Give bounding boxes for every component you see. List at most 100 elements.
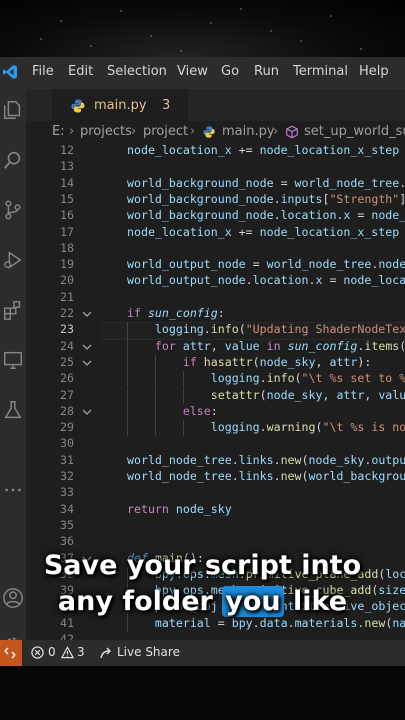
extensions-icon[interactable] [2, 299, 24, 321]
code-text: if hasattr(node_sky, attr): [182, 354, 372, 369]
code-text: if sun_config: [127, 306, 225, 320]
tab-main-py[interactable]: main.py 3 [52, 89, 188, 122]
line-number: 21 [60, 289, 74, 304]
menu-help[interactable]: Help [359, 64, 389, 79]
code-line[interactable]: 27 setattr(node_sky, attr, value [26, 387, 405, 404]
code-line[interactable]: 18 [26, 241, 405, 257]
breadcrumb-separator-icon: › [190, 124, 196, 139]
code-line[interactable]: 14 world_background_node = world_node_tre… [26, 176, 405, 192]
explorer-icon[interactable] [2, 99, 24, 121]
code-text: for attr, value in sun_config.items() [154, 338, 405, 353]
code-text: world_output_node = world_node_tree.node… [127, 257, 405, 272]
code-line[interactable]: 13 [26, 159, 405, 175]
code-line[interactable]: 19 world_output_node = world_node_tree.no… [26, 257, 405, 273]
sparkle-decoration [120, 10, 122, 12]
tab-problem-count: 3 [162, 98, 171, 113]
menu-terminal[interactable]: Terminal [293, 64, 348, 79]
line-number: 27 [60, 387, 74, 402]
code-line[interactable]: 12 node_location_x += node_location_x_ste… [26, 143, 405, 159]
line-number: 33 [60, 485, 74, 500]
line-number: 19 [60, 257, 74, 272]
code-line[interactable]: 30 [26, 436, 405, 452]
warning-count[interactable]: 3 [77, 645, 85, 659]
code-line[interactable]: 22 if sun_config: [26, 306, 405, 322]
code-text: return node_sky [127, 501, 232, 516]
code-line[interactable]: 20 world_output_node.location.x = node_lo… [26, 273, 405, 289]
code-line[interactable]: 15 world_background_node.inputs["Strength… [26, 192, 405, 208]
menu-view[interactable]: View [177, 64, 208, 79]
code-text: node_location_x += node_location_x_step [127, 143, 400, 157]
more-icon[interactable] [2, 479, 24, 501]
breadcrumb-drive[interactable]: E: [52, 124, 65, 139]
remote-icon [4, 647, 16, 659]
menu-selection[interactable]: Selection [107, 64, 167, 79]
code-line[interactable]: 16 world_background_node.location.x = nod… [26, 208, 405, 224]
breadcrumb-separator-icon: › [273, 124, 279, 139]
breadcrumb-projects[interactable]: projects [80, 124, 132, 139]
caption-line-1: Save your script into [43, 550, 362, 581]
code-line[interactable]: 21 [26, 290, 405, 306]
remote-explorer-icon[interactable] [2, 349, 24, 371]
error-icon [31, 646, 44, 659]
fold-chevron-icon[interactable] [81, 341, 93, 353]
code-line[interactable]: 28 else: [26, 403, 405, 421]
line-number: 29 [60, 420, 74, 435]
caption-text: like [283, 586, 348, 617]
code-text: node_location_x += node_location_x_step [127, 224, 400, 239]
line-number: 20 [60, 273, 74, 288]
search-icon[interactable] [2, 149, 24, 171]
menu-bar: File Edit Selection View Go Run Terminal… [0, 57, 405, 89]
breadcrumb: E: › projects › project › main.py › set_… [26, 121, 405, 143]
code-text: else: [182, 403, 218, 418]
menu-edit[interactable]: Edit [68, 64, 93, 79]
tab-bar: main.py 3 [26, 89, 405, 122]
line-number: 13 [60, 159, 74, 174]
code-text: setattr(node_sky, attr, value [210, 387, 405, 402]
line-number: 23 [60, 322, 74, 337]
sparkle-decoration [270, 30, 272, 32]
breadcrumb-separator-icon: › [131, 124, 137, 139]
code-text: logging.warning("\t %s is not [210, 420, 405, 435]
code-line[interactable]: 32 world_node_tree.links.new(world_backgr… [26, 469, 405, 485]
breadcrumb-project[interactable]: project [143, 124, 188, 139]
line-number: 26 [60, 371, 74, 386]
code-line[interactable]: 31 world_node_tree.links.new(node_sky.out… [26, 453, 405, 469]
line-number: 15 [60, 191, 74, 206]
menu-go[interactable]: Go [221, 64, 239, 79]
tab-label: main.py [94, 98, 147, 113]
line-number: 18 [60, 240, 74, 255]
code-line[interactable]: 24 for attr, value in sun_config.items() [26, 338, 405, 355]
menu-run[interactable]: Run [254, 64, 279, 79]
fold-chevron-icon[interactable] [81, 357, 93, 369]
breadcrumb-function[interactable]: set_up_world_sun [304, 124, 405, 139]
fold-chevron-icon[interactable] [81, 308, 93, 320]
code-text: world_output_node.location.x = node_loca… [127, 273, 405, 288]
function-cube-icon [286, 125, 298, 139]
code-line[interactable]: 25 if hasattr(node_sky, attr): [26, 354, 405, 372]
menu-file[interactable]: File [32, 64, 54, 79]
fold-chevron-icon[interactable] [81, 406, 93, 418]
code-line[interactable]: 34 return node_sky [26, 502, 405, 518]
code-line[interactable]: 35 [26, 518, 405, 534]
code-line[interactable]: 29 logging.warning("\t %s is not [26, 420, 405, 437]
caption-text: any folder [57, 586, 223, 617]
sparkle-decoration [300, 40, 302, 42]
code-line[interactable]: 26 logging.info("\t %s set to %s [26, 371, 405, 388]
code-text: world_node_tree.links.new(world_backgrou… [127, 469, 405, 483]
live-share-button[interactable]: Live Share [117, 645, 180, 659]
code-text: logging.info("\t %s set to %s [210, 371, 405, 386]
vscode-logo-icon [3, 65, 17, 79]
source-control-icon[interactable] [2, 199, 24, 221]
code-line[interactable]: 33 [26, 485, 405, 501]
sparkle-decoration [180, 50, 182, 52]
video-top-background [0, 0, 405, 57]
testing-flask-icon[interactable] [2, 399, 24, 421]
breadcrumb-file[interactable]: main.py [222, 124, 275, 139]
remote-indicator[interactable] [0, 640, 22, 666]
run-debug-icon[interactable] [2, 249, 24, 271]
code-line[interactable]: 17 node_location_x += node_location_x_ste… [26, 225, 405, 241]
code-line[interactable]: 23 logging.info("Updating ShaderNodeTexS [26, 322, 405, 341]
live-share-icon [100, 647, 111, 659]
error-count[interactable]: 0 [48, 645, 56, 659]
line-number: 30 [60, 436, 74, 451]
